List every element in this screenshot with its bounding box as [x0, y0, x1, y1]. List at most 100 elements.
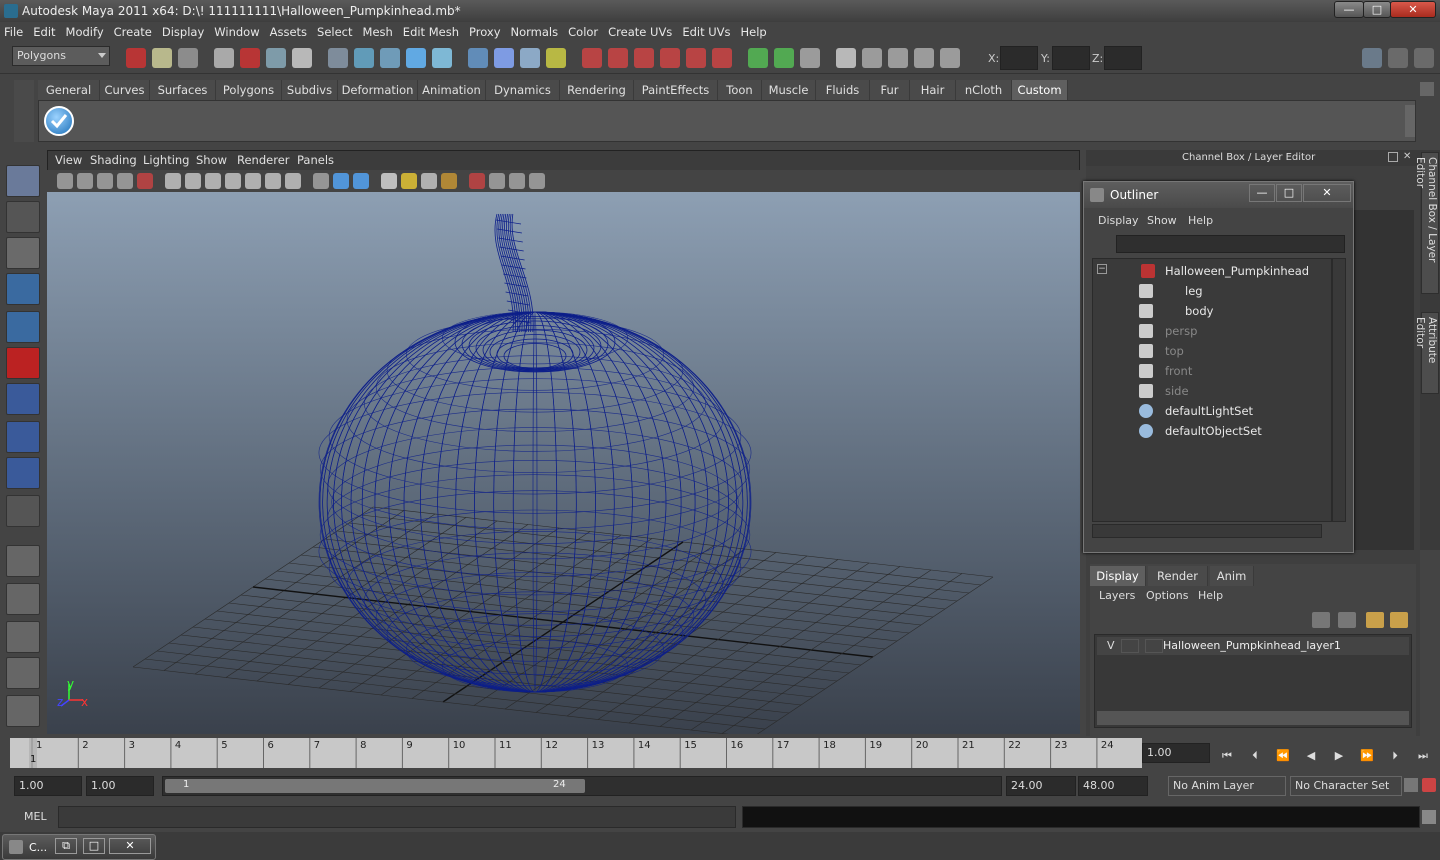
2d-pan-icon[interactable]: [137, 173, 153, 189]
paint-select-icon[interactable]: [6, 237, 40, 269]
close-button[interactable]: ✕: [1390, 1, 1436, 18]
tab-attribute-editor[interactable]: Attribute Editor: [1414, 312, 1439, 394]
step-back-key-icon[interactable]: ⏪: [1272, 746, 1294, 766]
select-camera-icon[interactable]: [57, 173, 73, 189]
snap-grid-icon[interactable]: [328, 48, 348, 68]
dock-close-icon[interactable]: ✕: [1403, 152, 1413, 162]
outliner-maximize-button[interactable]: □: [1276, 184, 1302, 202]
bookmarks-icon[interactable]: [97, 173, 113, 189]
shelf-tab-ncloth[interactable]: nCloth: [956, 80, 1012, 100]
outliner-search-field[interactable]: [1116, 235, 1345, 253]
layer-tab-render[interactable]: Render: [1148, 566, 1208, 586]
minimized-window[interactable]: C... ⧉ □ ✕: [2, 834, 156, 860]
prefs-icon[interactable]: [1422, 778, 1436, 792]
play-forwards-icon[interactable]: ▶: [1328, 746, 1350, 766]
dock-float-icon[interactable]: [1388, 152, 1398, 162]
universal-manip-icon[interactable]: [6, 383, 40, 415]
snap-plane-icon[interactable]: [406, 48, 426, 68]
camera-attr-icon[interactable]: [77, 173, 93, 189]
outliner-row-persp[interactable]: persp: [1093, 321, 1331, 341]
menu-select[interactable]: Select: [312, 22, 357, 42]
layer-remove-icon[interactable]: [1390, 612, 1408, 628]
character-set-dropdown[interactable]: No Character Set: [1290, 776, 1402, 796]
select-hierarchy-icon[interactable]: [214, 48, 234, 68]
playback-end-field[interactable]: 24.00: [1006, 776, 1076, 796]
outliner-menu-show[interactable]: Show: [1147, 214, 1177, 227]
z-field[interactable]: [1104, 46, 1142, 70]
maximize-mini-button[interactable]: □: [83, 838, 105, 854]
layer-tab-anim[interactable]: Anim: [1210, 566, 1254, 586]
snap-live-icon[interactable]: [432, 48, 452, 68]
shelf-tab-general[interactable]: General: [38, 80, 100, 100]
script-editor-icon[interactable]: [1422, 810, 1436, 824]
outliner-row-defaultlightset[interactable]: defaultLightSet: [1093, 401, 1331, 421]
field-chart-icon[interactable]: [245, 173, 261, 189]
xray-joints-icon[interactable]: [509, 173, 525, 189]
step-back-frame-icon[interactable]: ⏴: [1244, 746, 1266, 766]
go-to-end-icon[interactable]: ⏭: [1412, 746, 1434, 766]
outliner-row-front[interactable]: front: [1093, 361, 1331, 381]
gate-mask-icon[interactable]: [225, 173, 241, 189]
lock-icon[interactable]: [546, 48, 566, 68]
light-icon[interactable]: [862, 48, 882, 68]
move-tool-icon[interactable]: [6, 273, 40, 305]
restore-button[interactable]: ⧉: [55, 838, 77, 854]
panel-menu-view[interactable]: View: [55, 150, 82, 170]
layer-type-toggle[interactable]: [1121, 639, 1139, 653]
menu-display[interactable]: Display: [157, 22, 209, 42]
step-forward-key-icon[interactable]: ⏩: [1356, 746, 1378, 766]
scale-tool-icon[interactable]: [6, 347, 40, 379]
time-slider[interactable]: 1 2 3 4 5 6 7 8 9 10 11 12 13 14 15 16 17 18 19 20 21 22 23 24 1: [10, 738, 1142, 768]
layer-tab-display[interactable]: Display: [1090, 566, 1146, 586]
persp-outliner-icon[interactable]: [6, 621, 40, 653]
select-object-icon[interactable]: [240, 48, 260, 68]
close-mini-button[interactable]: ✕: [109, 838, 151, 854]
sel-mask-icon[interactable]: [940, 48, 960, 68]
menu-set-dropdown[interactable]: Polygons: [12, 46, 110, 66]
shelf-tab-subdivs[interactable]: Subdivs: [282, 80, 338, 100]
outliner-row-defaultobjectset[interactable]: defaultObjectSet: [1093, 421, 1331, 441]
layer-hscrollbar[interactable]: [1097, 711, 1409, 725]
menu-edit-uvs[interactable]: Edit UVs: [677, 22, 735, 42]
shelf-options-handle[interactable]: [14, 80, 34, 142]
menu-help[interactable]: Help: [736, 22, 772, 42]
outliner-row-body[interactable]: body: [1093, 301, 1331, 321]
xray-icon[interactable]: [489, 173, 505, 189]
collapse-icon[interactable]: −: [1097, 264, 1107, 274]
shelf-tab-rendering[interactable]: Rendering: [560, 80, 634, 100]
step-forward-frame-icon[interactable]: ⏵: [1384, 746, 1406, 766]
outliner-row-side[interactable]: side: [1093, 381, 1331, 401]
render-view-icon[interactable]: [686, 48, 706, 68]
panel-menu-renderer[interactable]: Renderer: [237, 150, 290, 170]
range-slider-handle[interactable]: 1 24: [165, 779, 585, 793]
render-region-icon[interactable]: [712, 48, 732, 68]
x-field[interactable]: [1000, 46, 1038, 70]
minimize-button[interactable]: —: [1334, 1, 1364, 18]
channel-box-toggle-icon[interactable]: [1362, 48, 1382, 68]
image-plane-icon[interactable]: [117, 173, 133, 189]
menu-window[interactable]: Window: [209, 22, 264, 42]
shelf-tab-fur[interactable]: Fur: [870, 80, 910, 100]
texture-icon[interactable]: [914, 48, 934, 68]
default-material-icon[interactable]: [381, 173, 397, 189]
attribute-editor-toggle-icon[interactable]: [1388, 48, 1408, 68]
panel-menu-lighting[interactable]: Lighting: [143, 150, 189, 170]
persp-graph-icon[interactable]: [6, 657, 40, 689]
menu-assets[interactable]: Assets: [265, 22, 312, 42]
film-gate-icon[interactable]: [185, 173, 201, 189]
new-layer-icon[interactable]: [1312, 612, 1330, 628]
render-settings-icon[interactable]: [660, 48, 680, 68]
anim-start-field[interactable]: 1.00: [14, 776, 82, 796]
hypergraph-icon[interactable]: [774, 48, 794, 68]
shelf-tab-dynamics[interactable]: Dynamics: [486, 80, 560, 100]
tab-channel-box[interactable]: Channel Box / Layer Editor: [1414, 152, 1439, 294]
anim-end-field[interactable]: 48.00: [1078, 776, 1148, 796]
range-slider[interactable]: 1 24: [162, 776, 1002, 796]
grid-icon[interactable]: [165, 173, 181, 189]
outliner-vscrollbar[interactable]: [1332, 258, 1346, 522]
outliner-row-leg[interactable]: leg: [1093, 281, 1331, 301]
anim-layer-dropdown[interactable]: No Anim Layer: [1168, 776, 1286, 796]
viewport-3d[interactable]: y x z: [47, 192, 1080, 734]
outliner-row-top[interactable]: top: [1093, 341, 1331, 361]
layer-add-icon[interactable]: [1366, 612, 1384, 628]
